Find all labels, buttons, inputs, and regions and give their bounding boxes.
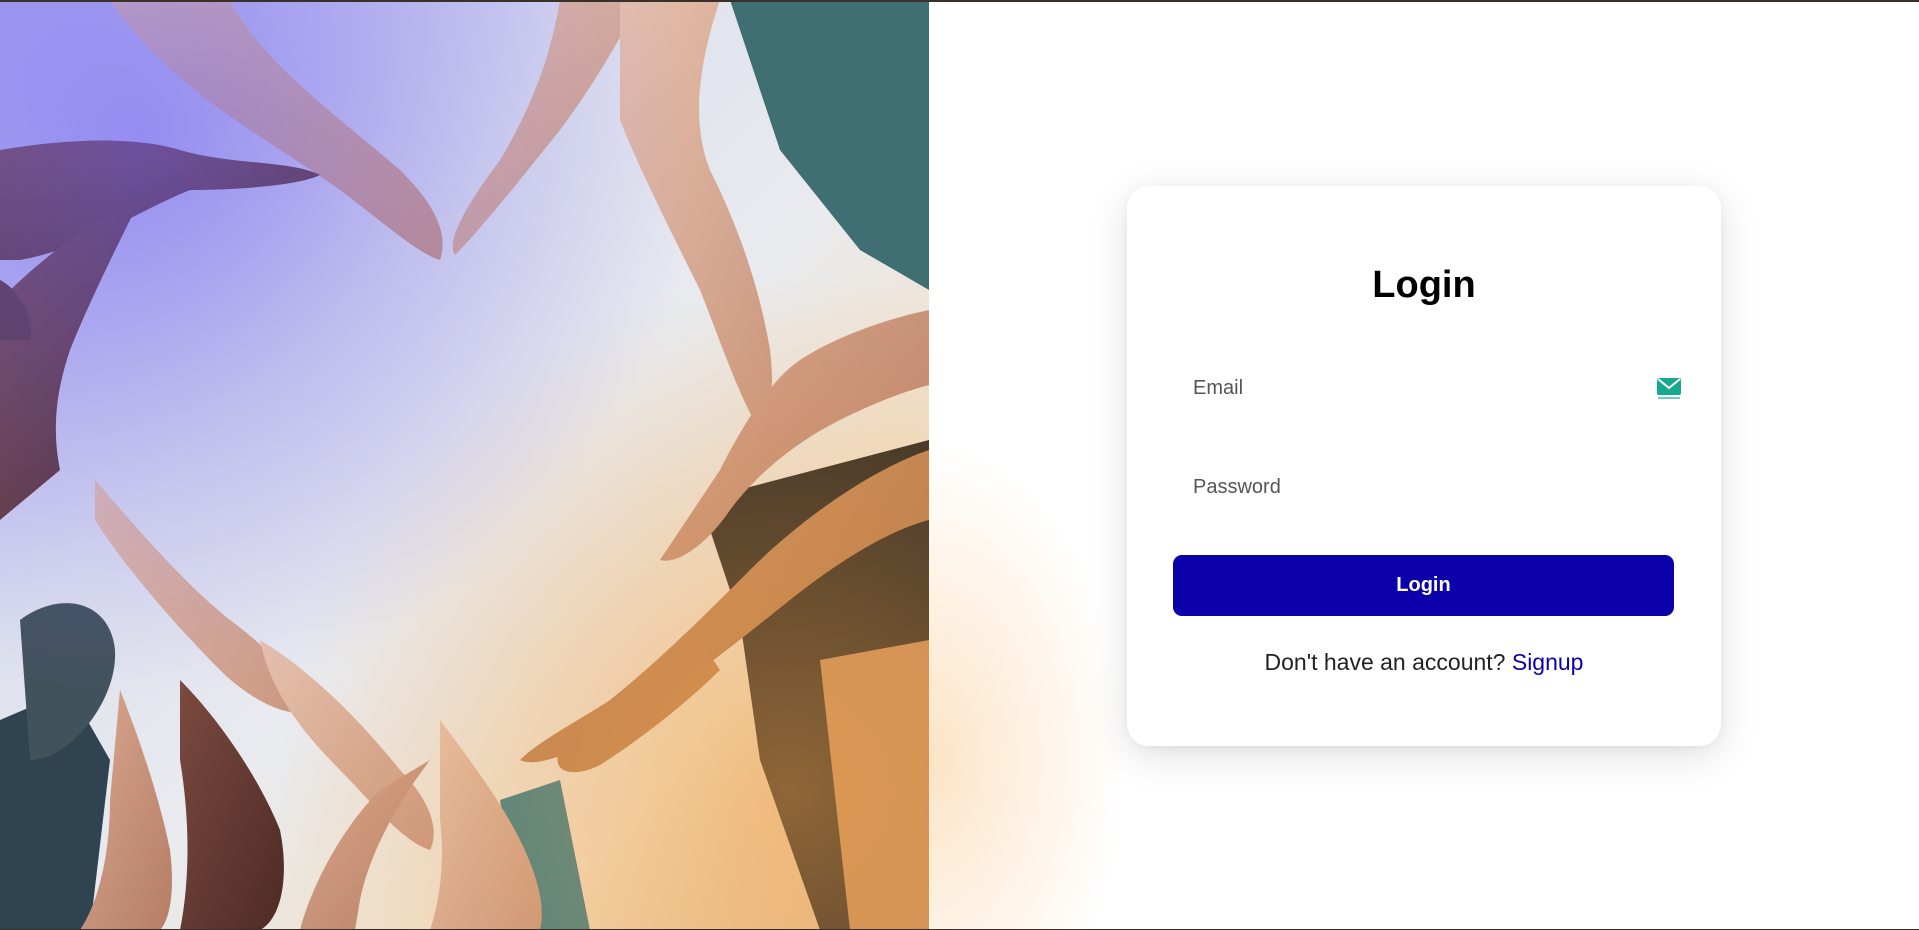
email-field-wrapper [1173, 366, 1681, 410]
login-title: Login [1372, 264, 1476, 306]
password-input[interactable] [1173, 465, 1673, 509]
signup-prompt-text: Don't have an account? [1264, 649, 1512, 675]
login-card: Login Login Don't have an account? Signu… [1127, 186, 1721, 746]
top-border [0, 0, 1919, 2]
email-input[interactable] [1173, 366, 1673, 410]
mail-icon [1657, 378, 1681, 400]
login-button[interactable]: Login [1173, 555, 1674, 616]
password-field-wrapper [1173, 465, 1673, 509]
hero-image [0, 0, 929, 930]
signup-link[interactable]: Signup [1512, 649, 1584, 675]
signup-prompt: Don't have an account? Signup [1127, 649, 1721, 676]
hands-heart-illustration [0, 0, 929, 930]
login-page: Login Login Don't have an account? Signu… [0, 0, 1919, 930]
login-panel: Login Login Don't have an account? Signu… [929, 0, 1919, 930]
